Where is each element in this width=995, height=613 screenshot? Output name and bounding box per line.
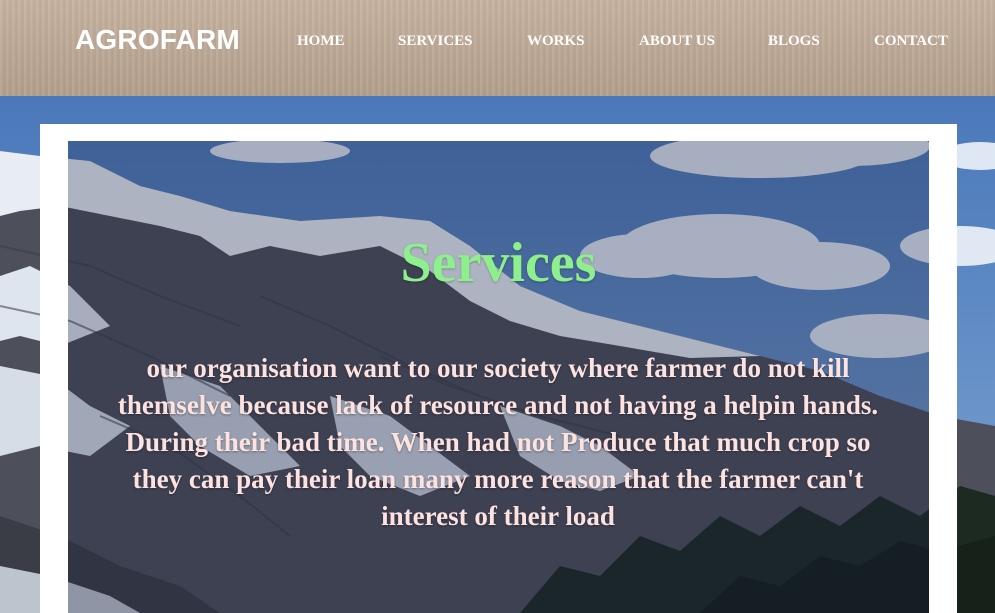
- card-border-left: [40, 124, 68, 613]
- services-description: our organisation want to our society whe…: [117, 353, 879, 531]
- nav-services-link[interactable]: SERVICES: [398, 33, 473, 50]
- card-border-top: [40, 124, 957, 141]
- nav-contact-link[interactable]: CONTACT: [874, 33, 948, 50]
- nav-blogs-link[interactable]: BLOGS: [768, 33, 820, 50]
- main-nav: HOME SERVICES WORKS ABOUT US BLOGS CONTA…: [0, 33, 995, 53]
- card-border-right: [929, 124, 957, 613]
- site-header: AGROFARM HOME SERVICES WORKS ABOUT US BL…: [0, 0, 995, 96]
- nav-about-us-link[interactable]: ABOUT US: [639, 33, 715, 50]
- services-heading: Services: [400, 232, 597, 294]
- nav-works-link[interactable]: WORKS: [527, 33, 585, 50]
- nav-home-link[interactable]: HOME: [297, 33, 345, 50]
